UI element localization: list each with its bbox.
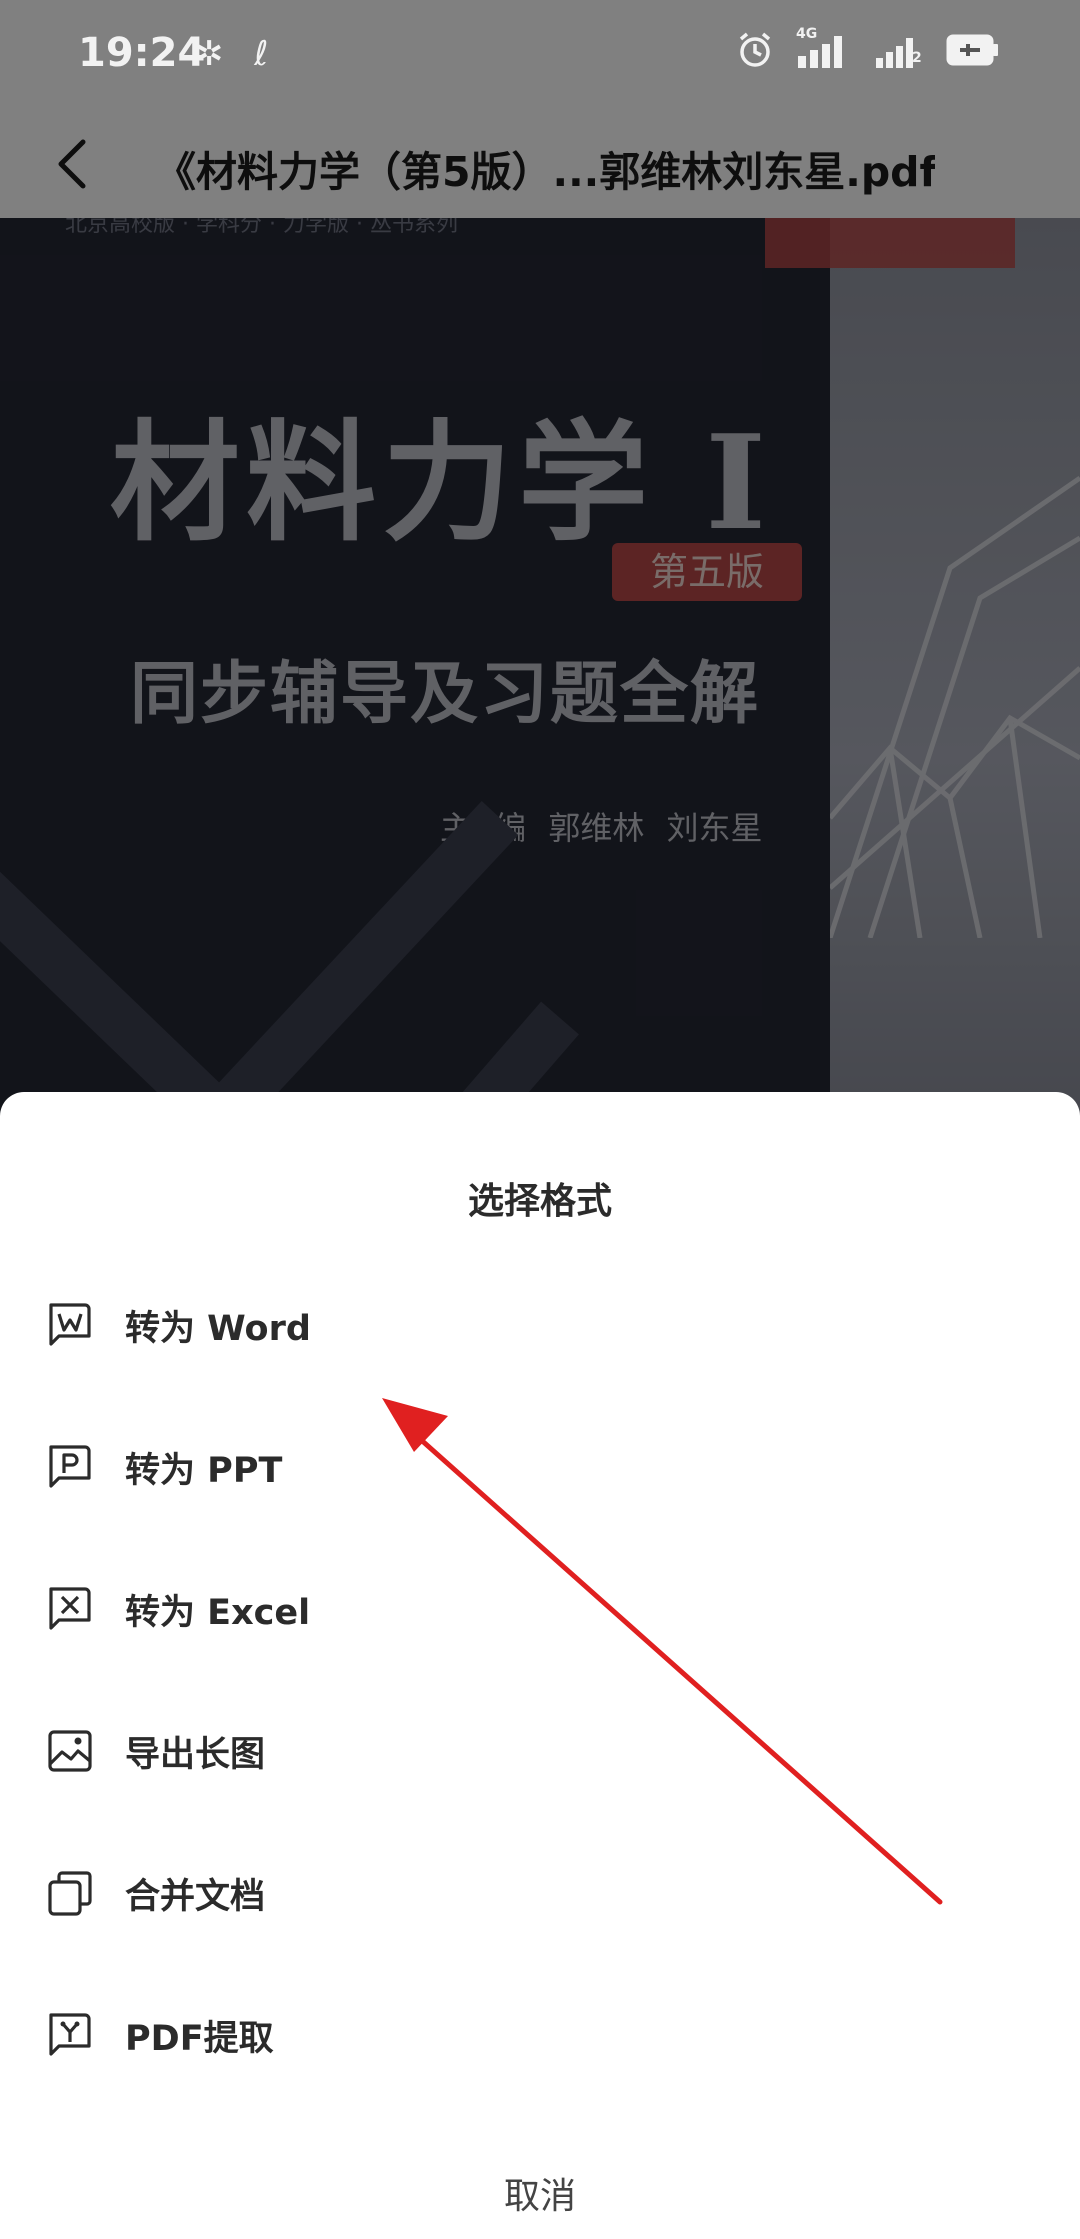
document-title: 《材料力学（第5版）...郭维林刘东星.pdf [155,148,935,196]
cancel-button[interactable]: 取消 [0,2167,1080,2219]
carrier-icons: ✲ ℓ [195,34,279,74]
menu-item-pdf-extract[interactable]: PDF提取 [0,1975,1080,2095]
menu-item-merge-docs[interactable]: 合并文档 [0,1833,1080,1953]
menu-label-merge: 合并文档 [125,1876,266,1917]
menu-label-extract: PDF提取 [125,2018,274,2059]
menu-item-convert-ppt[interactable]: 转为 PPT [0,1407,1080,1527]
excel-doc-icon [49,1587,91,1630]
extract-doc-icon [49,2013,91,2056]
system-icons: 4G 2 [736,26,1000,70]
menu-label-ppt: 转为 PPT [125,1450,283,1491]
image-icon [48,1730,92,1772]
ppt-doc-icon [49,1445,91,1488]
signal-4g-icon: 4G [796,26,852,70]
word-doc-icon [49,1303,91,1346]
battery-charging-icon [946,34,998,66]
menu-label-word: 转为 Word [125,1308,311,1349]
menu-label-excel: 转为 Excel [125,1592,311,1633]
menu-item-export-long-image[interactable]: 导出长图 [0,1691,1080,1811]
sheet-title: 选择格式 [467,1181,612,1222]
alarm-icon [739,32,771,67]
signal-sim2-icon: 2 [874,30,924,70]
top-app-bar: 《材料力学（第5版）...郭维林刘东星.pdf [0,110,1080,218]
back-arrow-icon[interactable] [45,132,105,196]
merge-copy-icon [48,1871,92,1916]
menu-item-convert-word[interactable]: 转为 Word [0,1265,1080,1385]
sim2-label: 2 [912,50,922,66]
screen: 北京高校版 · 学科分 · 力学版 · 丛书系列 材料力学 I 第五版 同步辅导… [0,0,1080,2239]
menu-label-long-image: 导出长图 [125,1734,266,1775]
status-bar: 19:24 ✲ ℓ 4G 2 [0,0,1080,110]
menu-item-convert-excel[interactable]: 转为 Excel [0,1549,1080,1669]
status-time: 19:24 [78,30,206,76]
format-bottom-sheet: 选择格式 转为 Word 转为 PPT 转为 Excel 导出长图 合并文档 P… [0,1092,1080,2239]
